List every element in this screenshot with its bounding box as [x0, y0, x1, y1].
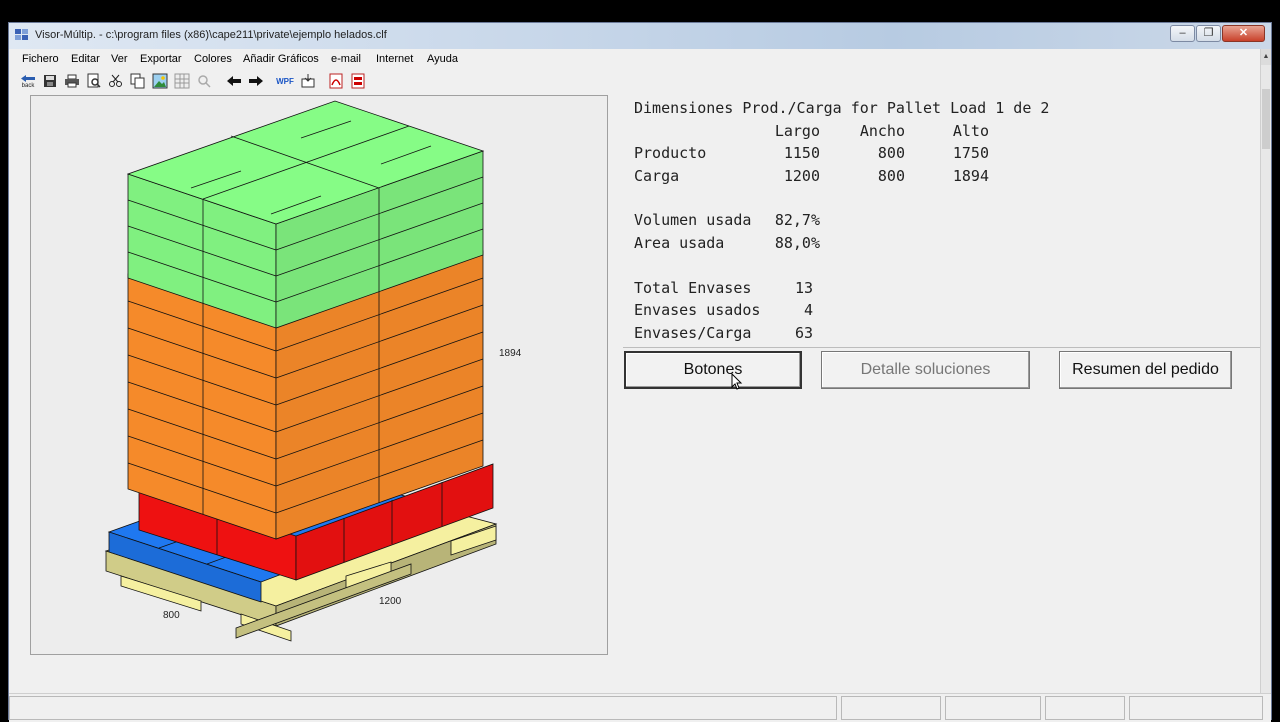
- envases-carga-value: 63: [794, 324, 813, 342]
- window-title: Visor-Múltip. - c:\program files (x86)\c…: [35, 29, 387, 41]
- menu-internet[interactable]: Internet: [376, 53, 413, 65]
- pdf-export-icon: [351, 73, 365, 89]
- detalle-soluciones-button[interactable]: Detalle soluciones: [821, 351, 1030, 389]
- grid-icon: [174, 73, 190, 89]
- pdf-icon: [329, 73, 343, 89]
- copy-icon: [130, 73, 145, 89]
- main-content: 1894 1200 800 Dimensiones Prod./Carga fo…: [9, 93, 1271, 693]
- app-window: Visor-Múltip. - c:\program files (x86)\c…: [8, 22, 1272, 722]
- print-preview-icon: [87, 73, 101, 88]
- pallet-drawing-panel[interactable]: 1894 1200 800: [30, 95, 608, 655]
- row-producto-alto: 1750: [952, 144, 989, 162]
- width-dimension-label: 800: [163, 610, 180, 621]
- close-button[interactable]: ✕: [1222, 25, 1265, 42]
- length-dimension-label: 1200: [379, 596, 402, 607]
- botones-button[interactable]: Botones: [624, 351, 802, 389]
- area-value: 88,0%: [774, 234, 820, 252]
- zoom-button[interactable]: [195, 72, 213, 90]
- menu-bar: Fichero Editar Ver Exportar Colores Añad…: [9, 49, 1271, 69]
- row-carga-ancho: 800: [877, 167, 905, 185]
- status-panel-4: [1129, 696, 1263, 720]
- resumen-pedido-label: Resumen del pedido: [1072, 361, 1219, 378]
- wpf-label: WPF: [276, 76, 294, 86]
- printer-icon: [65, 74, 79, 88]
- wpf-button[interactable]: WPF: [275, 72, 295, 90]
- row-carga-largo: 1200: [783, 167, 820, 185]
- menu-colores[interactable]: Colores: [194, 53, 232, 65]
- menu-editar[interactable]: Editar: [71, 53, 100, 65]
- zoom-icon: [198, 75, 211, 88]
- detalle-soluciones-label: Detalle soluciones: [860, 361, 991, 378]
- print-button[interactable]: [63, 72, 81, 90]
- column-largo: Largo: [774, 122, 820, 140]
- menu-ayuda[interactable]: Ayuda: [427, 53, 458, 65]
- scissors-icon: [109, 74, 122, 87]
- menu-email[interactable]: e-mail: [331, 53, 361, 65]
- status-panel-main: [9, 696, 837, 720]
- scroll-thumb[interactable]: [1262, 89, 1270, 149]
- maximize-button[interactable]: ❐: [1196, 25, 1221, 42]
- status-bar: [9, 693, 1271, 722]
- load-icon: [301, 74, 315, 88]
- close-icon: ✕: [1238, 27, 1249, 39]
- dimensions-info-panel: Dimensiones Prod./Carga for Pallet Load …: [623, 94, 1271, 348]
- row-producto-largo: 1150: [783, 144, 820, 162]
- column-ancho: Ancho: [859, 122, 905, 140]
- envases-usados-label: Envases usados: [634, 301, 761, 319]
- save-button[interactable]: [41, 72, 59, 90]
- status-panel-3: [1045, 696, 1125, 720]
- print-preview-button[interactable]: [85, 72, 103, 90]
- row-carga-alto: 1894: [952, 167, 989, 185]
- grid-button[interactable]: [173, 72, 191, 90]
- total-envases-value: 13: [794, 279, 813, 297]
- envases-carga-label: Envases/Carga: [634, 324, 752, 342]
- area-label: Area usada: [634, 234, 725, 252]
- pallet-3d-drawing: [104, 100, 498, 642]
- scroll-up-icon[interactable]: ▲: [1261, 49, 1271, 65]
- load-button[interactable]: [299, 72, 317, 90]
- pdf-export-button[interactable]: [349, 72, 367, 90]
- row-carga-label: Carga: [634, 167, 680, 185]
- save-icon: [44, 75, 56, 87]
- mouse-cursor-icon: [731, 373, 743, 390]
- menu-exportar[interactable]: Exportar: [140, 53, 182, 65]
- minimize-icon: ‒: [1179, 27, 1186, 39]
- back-button[interactable]: back: [19, 72, 37, 90]
- app-icon: [15, 29, 29, 41]
- restore-icon: ❐: [1203, 27, 1214, 39]
- volumen-label: Volumen usada: [634, 211, 752, 229]
- vertical-scrollbar[interactable]: ▲: [1260, 49, 1271, 709]
- back-label: back: [21, 82, 35, 89]
- previous-button[interactable]: [225, 72, 243, 90]
- status-panel-2: [945, 696, 1041, 720]
- height-dimension-label: 1894: [499, 348, 522, 359]
- row-producto-label: Producto: [634, 144, 707, 162]
- row-producto-ancho: 800: [877, 144, 905, 162]
- image-icon: [152, 73, 168, 89]
- toolbar: back WPF: [9, 69, 1271, 93]
- resumen-pedido-button[interactable]: Resumen del pedido: [1059, 351, 1232, 389]
- info-heading: Dimensiones Prod./Carga for Pallet Load …: [634, 99, 1050, 117]
- copy-button[interactable]: [129, 72, 147, 90]
- minimize-button[interactable]: ‒: [1170, 25, 1195, 42]
- volumen-value: 82,7%: [774, 211, 820, 229]
- arrow-left-icon: [227, 76, 241, 86]
- total-envases-label: Total Envases: [634, 279, 752, 297]
- next-button[interactable]: [247, 72, 265, 90]
- status-panel-1: [841, 696, 941, 720]
- cut-button[interactable]: [107, 72, 125, 90]
- envases-usados-value: 4: [803, 301, 813, 319]
- back-arrow-icon: [21, 74, 35, 82]
- insert-image-button[interactable]: [151, 72, 169, 90]
- arrow-right-icon: [249, 76, 263, 86]
- pdf-button[interactable]: [327, 72, 345, 90]
- column-alto: Alto: [952, 122, 989, 140]
- menu-anadir-graficos[interactable]: Añadir Gráficos: [243, 53, 319, 65]
- menu-ver[interactable]: Ver: [111, 53, 128, 65]
- menu-fichero[interactable]: Fichero: [22, 53, 59, 65]
- title-bar[interactable]: Visor-Múltip. - c:\program files (x86)\c…: [9, 23, 1271, 49]
